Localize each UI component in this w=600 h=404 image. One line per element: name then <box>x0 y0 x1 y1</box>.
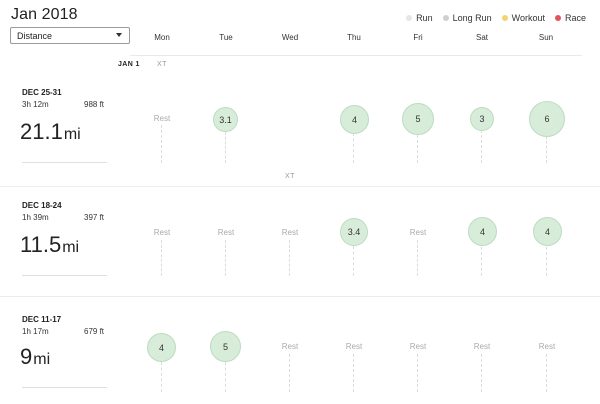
rest-day-label: Rest <box>153 114 171 123</box>
week-summary-divider <box>22 162 107 163</box>
header-divider <box>130 55 582 56</box>
week-time: 1h 39m <box>22 213 49 222</box>
distance-value: 21.1 <box>20 119 63 144</box>
week-time: 1h 17m <box>22 327 49 336</box>
run-bubble[interactable]: 3 <box>470 107 494 131</box>
day-stem <box>225 362 226 392</box>
day-header-thu: Thu <box>347 33 361 42</box>
distance-unit: mi <box>63 126 81 143</box>
distance-unit: mi <box>33 351 51 368</box>
metric-select-value: Distance <box>17 30 53 41</box>
day-stem <box>161 125 162 163</box>
run-bubble[interactable]: 4 <box>533 217 562 246</box>
distance-value: 11.5 <box>20 232 62 257</box>
legend-item-long-run: Long Run <box>442 13 492 23</box>
run-bubble[interactable]: 3.1 <box>213 107 238 132</box>
day-stem <box>546 136 547 163</box>
day-header-sun: Sun <box>538 33 554 42</box>
workout-color-dot <box>501 15 508 21</box>
legend: Run Long Run Workout Race <box>406 13 586 23</box>
run-bubble[interactable]: 4 <box>340 105 369 134</box>
legend-label: Workout <box>511 13 545 23</box>
day-stem <box>417 240 418 276</box>
legend-label: Run <box>416 13 433 23</box>
week-distance: 11.5mi <box>20 232 79 258</box>
day-header-wed: Wed <box>281 33 299 42</box>
legend-label: Race <box>564 13 586 23</box>
week-dates: DEC 18-24 <box>22 201 62 210</box>
run-bubble[interactable]: 4 <box>147 333 176 362</box>
distance-value: 9 <box>20 344 33 369</box>
legend-item-race: Race <box>554 13 586 23</box>
day-header-sat: Sat <box>475 33 488 42</box>
run-bubble[interactable]: 4 <box>468 217 497 246</box>
day-stem <box>546 354 547 392</box>
month-marker: JAN 1 <box>118 61 140 68</box>
training-calendar: Jan 2018 Distance Run Long Run Workout R… <box>0 0 600 404</box>
rest-day-label: Rest <box>153 228 171 237</box>
run-bubble[interactable]: 5 <box>210 331 241 362</box>
day-stem <box>481 354 482 392</box>
legend-item-workout: Workout <box>501 13 545 23</box>
day-header-fri: Fri <box>413 33 423 42</box>
metric-select[interactable]: Distance <box>10 27 130 44</box>
rest-day-label: Rest <box>409 342 427 351</box>
day-stem <box>417 354 418 392</box>
day-stem <box>225 132 226 163</box>
week-divider <box>0 186 600 187</box>
legend-item-run: Run <box>406 13 433 23</box>
day-stem <box>481 247 482 276</box>
rest-day-label: Rest <box>345 342 363 351</box>
day-header-tue: Tue <box>219 33 233 42</box>
week-elevation: 988 ft <box>84 100 105 109</box>
distance-unit: mi <box>62 239 80 256</box>
month-title: Jan 2018 <box>11 6 78 23</box>
day-stem <box>353 354 354 392</box>
day-stem <box>161 362 162 392</box>
day-stem <box>225 240 226 276</box>
long-run-color-dot <box>442 15 449 21</box>
cross-training-marker: XT <box>285 173 295 180</box>
day-stem <box>417 135 418 163</box>
run-bubble[interactable]: 3.4 <box>340 218 368 246</box>
rest-day-label: Rest <box>281 342 299 351</box>
day-stem <box>353 133 354 163</box>
rest-day-label: Rest <box>409 228 427 237</box>
week-dates: DEC 25-31 <box>22 88 62 97</box>
run-bubble[interactable]: 6 <box>529 101 565 137</box>
day-stem <box>161 240 162 276</box>
week-dates: DEC 11-17 <box>22 315 62 324</box>
run-color-dot <box>406 15 413 21</box>
week-divider <box>0 296 600 297</box>
chevron-down-icon <box>116 33 122 37</box>
week-summary-divider <box>22 387 107 388</box>
day-stem <box>353 246 354 276</box>
week-elevation: 679 ft <box>84 327 105 336</box>
run-bubble[interactable]: 5 <box>402 103 434 135</box>
rest-day-label: Rest <box>473 342 491 351</box>
rest-day-label: Rest <box>538 342 556 351</box>
cross-training-marker: XT <box>157 61 167 68</box>
rest-day-label: Rest <box>281 228 299 237</box>
week-distance: 9mi <box>20 344 50 370</box>
race-color-dot <box>554 15 561 21</box>
day-stem <box>481 130 482 163</box>
rest-day-label: Rest <box>217 228 235 237</box>
day-stem <box>289 240 290 276</box>
week-time: 3h 12m <box>22 100 49 109</box>
day-stem <box>289 354 290 392</box>
week-summary-divider <box>22 275 107 276</box>
week-distance: 21.1mi <box>20 119 81 145</box>
day-header-mon: Mon <box>154 33 170 42</box>
week-elevation: 397 ft <box>84 213 105 222</box>
legend-label: Long Run <box>452 13 492 23</box>
day-stem <box>546 247 547 276</box>
